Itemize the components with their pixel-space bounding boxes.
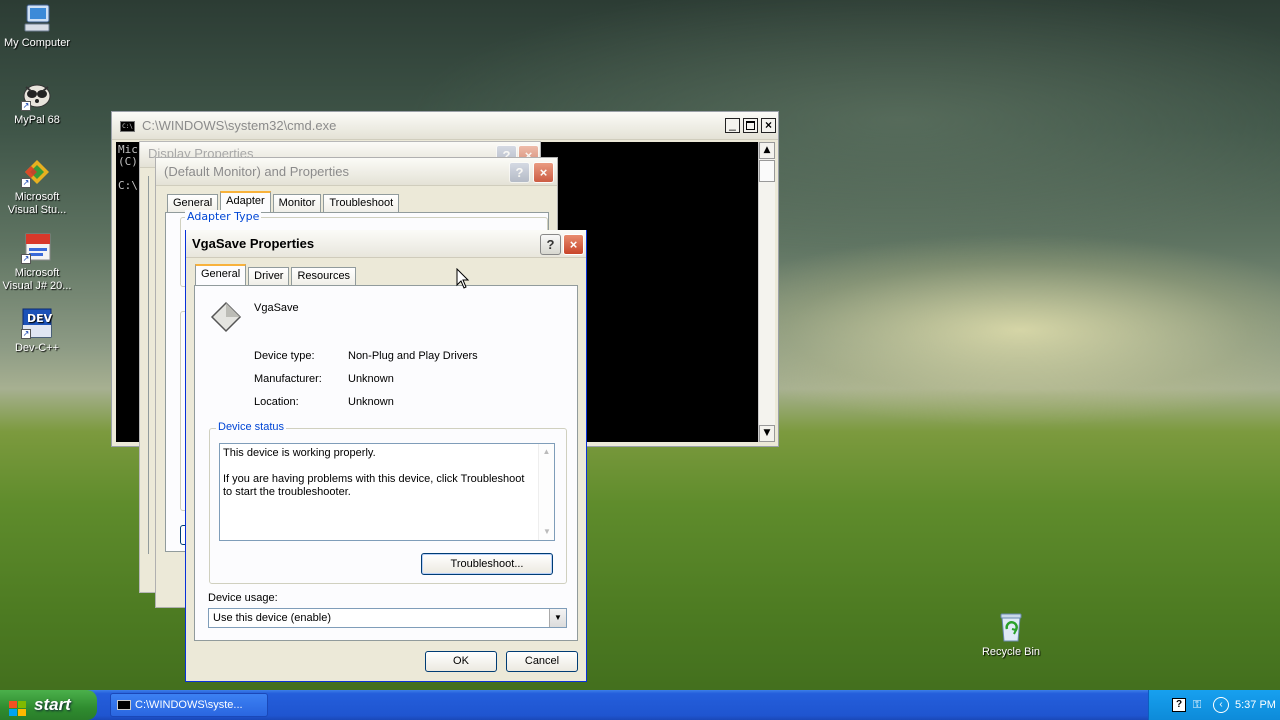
close-button[interactable]: ×: [533, 162, 554, 183]
scroll-up-arrow-icon: ▲: [542, 447, 551, 456]
desktop-icon-my-computer[interactable]: My Computer: [0, 2, 74, 50]
desktop-icon-mypal[interactable]: ↗ MyPal 68: [0, 79, 74, 127]
maximize-icon: [746, 121, 755, 130]
visual-jsharp-icon: ↗: [21, 232, 53, 264]
monitor-properties-title: (Default Monitor) and Properties: [164, 164, 349, 179]
network-icon[interactable]: ⚿: [1193, 698, 1205, 712]
device-status-textbox[interactable]: This device is working properly. If you …: [219, 443, 555, 541]
mypal-icon: ↗: [21, 79, 53, 111]
prop-value-manufacturer: Unknown: [348, 373, 394, 385]
cmd-title: C:\WINDOWS\system32\cmd.exe: [142, 118, 337, 133]
cancel-button[interactable]: Cancel: [506, 651, 578, 672]
minimize-button[interactable]: _: [725, 118, 740, 133]
desktop-icon-label: Recycle Bin: [981, 646, 1041, 658]
tab-general[interactable]: General: [195, 264, 247, 285]
clock[interactable]: 5:37 PM: [1235, 690, 1276, 720]
cmd-title-bar[interactable]: C:\ C:\WINDOWS\system32\cmd.exe _ ×: [112, 112, 778, 140]
help-button[interactable]: ?: [540, 234, 561, 255]
device-status-label: Device status: [216, 421, 287, 433]
desktop-icon-label: My Computer: [3, 37, 71, 49]
vgasave-title: VgaSave Properties: [192, 236, 315, 251]
tab-driver[interactable]: Driver: [248, 267, 290, 285]
adapter-type-label: Adapter Type: [185, 210, 262, 223]
monitor-properties-title-bar[interactable]: (Default Monitor) and Properties ? ×: [156, 158, 557, 186]
status-scrollbar: ▲ ▼: [538, 444, 554, 540]
scroll-down-arrow-icon: ▼: [543, 527, 551, 536]
device-usage-dropdown[interactable]: Use this device (enable) ▼: [208, 608, 567, 628]
shortcut-arrow-icon: ↗: [21, 101, 31, 111]
prop-value-location: Unknown: [348, 396, 394, 408]
desktop-icon-devcpp[interactable]: DEV ↗ Dev-C++: [0, 307, 74, 355]
shortcut-arrow-icon: ↗: [21, 329, 31, 339]
device-usage-label: Device usage:: [208, 592, 278, 604]
shortcut-arrow-icon: ↗: [21, 254, 31, 264]
shortcut-arrow-icon: ↗: [21, 178, 31, 188]
desktop-icon-label: Dev-C++: [14, 342, 60, 354]
help-button[interactable]: ?: [509, 162, 530, 183]
cmd-window-icon: [117, 700, 131, 710]
tab-monitor[interactable]: Monitor: [272, 194, 322, 212]
svg-text:DEV: DEV: [27, 312, 53, 325]
troubleshoot-button[interactable]: Troubleshoot...: [421, 553, 553, 575]
desktop-icon-visual-studio[interactable]: ↗ Microsoft Visual Stu...: [0, 156, 74, 217]
close-button[interactable]: ×: [761, 118, 776, 133]
taskbar-button-label: C:\WINDOWS\syste...: [135, 699, 243, 711]
vgasave-properties-window[interactable]: VgaSave Properties ? × General Driver Re…: [185, 230, 587, 682]
status-line: This device is working properly.: [223, 447, 376, 459]
prop-label-location: Location:: [254, 396, 299, 408]
windows-logo-icon: [9, 697, 27, 716]
desktop-icon-visual-jsharp[interactable]: ↗ Microsoft Visual J# 20...: [0, 232, 74, 293]
device-name: VgaSave: [254, 302, 299, 314]
tab-adapter[interactable]: Adapter: [220, 191, 271, 212]
visual-studio-icon: ↗: [21, 156, 53, 188]
prop-value-device-type: Non-Plug and Play Drivers: [348, 350, 478, 362]
device-usage-value: Use this device (enable): [213, 612, 332, 624]
prop-label-manufacturer: Manufacturer:: [254, 373, 322, 385]
scroll-thumb[interactable]: [759, 160, 775, 182]
taskbar-button-cmd[interactable]: C:\WINDOWS\syste...: [110, 693, 268, 717]
device-status-group: Device status This device is working pro…: [209, 421, 567, 584]
desktop-icon-label: Microsoft Visual Stu...: [7, 191, 67, 216]
mouse-cursor-icon: [456, 267, 470, 293]
console-scrollbar[interactable]: ▲ ▼: [758, 142, 775, 442]
desktop-icon-recycle-bin[interactable]: Recycle Bin: [974, 611, 1048, 659]
start-button[interactable]: start: [0, 690, 97, 720]
tab-troubleshoot[interactable]: Troubleshoot: [323, 194, 400, 212]
scroll-up-arrow-icon[interactable]: ▲: [759, 142, 775, 159]
maximize-button[interactable]: [743, 118, 758, 133]
device-icon: [209, 300, 243, 337]
close-button[interactable]: ×: [563, 234, 584, 255]
status-line: If you are having problems with this dev…: [223, 473, 525, 498]
devcpp-icon: DEV ↗: [21, 307, 53, 339]
system-tray: ? ⚿ ‹ 5:37 PM: [1148, 690, 1280, 720]
desktop-icon-label: Microsoft Visual J# 20...: [2, 267, 72, 292]
help-icon[interactable]: ?: [1172, 698, 1186, 712]
taskbar: start C:\WINDOWS\syste... ? ⚿ ‹ 5:37 PM: [0, 690, 1280, 720]
ok-button[interactable]: OK: [425, 651, 497, 672]
desktop-icon-label: MyPal 68: [14, 114, 60, 126]
cmd-window-icon: C:\: [120, 121, 135, 132]
prop-label-device-type: Device type:: [254, 350, 315, 362]
vgasave-tabs: General Driver Resources: [195, 264, 358, 285]
chevron-down-icon[interactable]: ▼: [549, 609, 566, 627]
vgasave-title-bar[interactable]: VgaSave Properties ? ×: [186, 230, 586, 258]
scroll-down-arrow-icon[interactable]: ▼: [759, 425, 775, 442]
my-computer-icon: [21, 2, 53, 34]
start-label: start: [34, 695, 71, 714]
chevron-left-icon[interactable]: ‹: [1213, 697, 1229, 713]
tab-resources[interactable]: Resources: [291, 267, 357, 285]
recycle-bin-icon: [995, 611, 1027, 643]
general-tab-panel: VgaSave Device type: Non-Plug and Play D…: [194, 285, 578, 641]
